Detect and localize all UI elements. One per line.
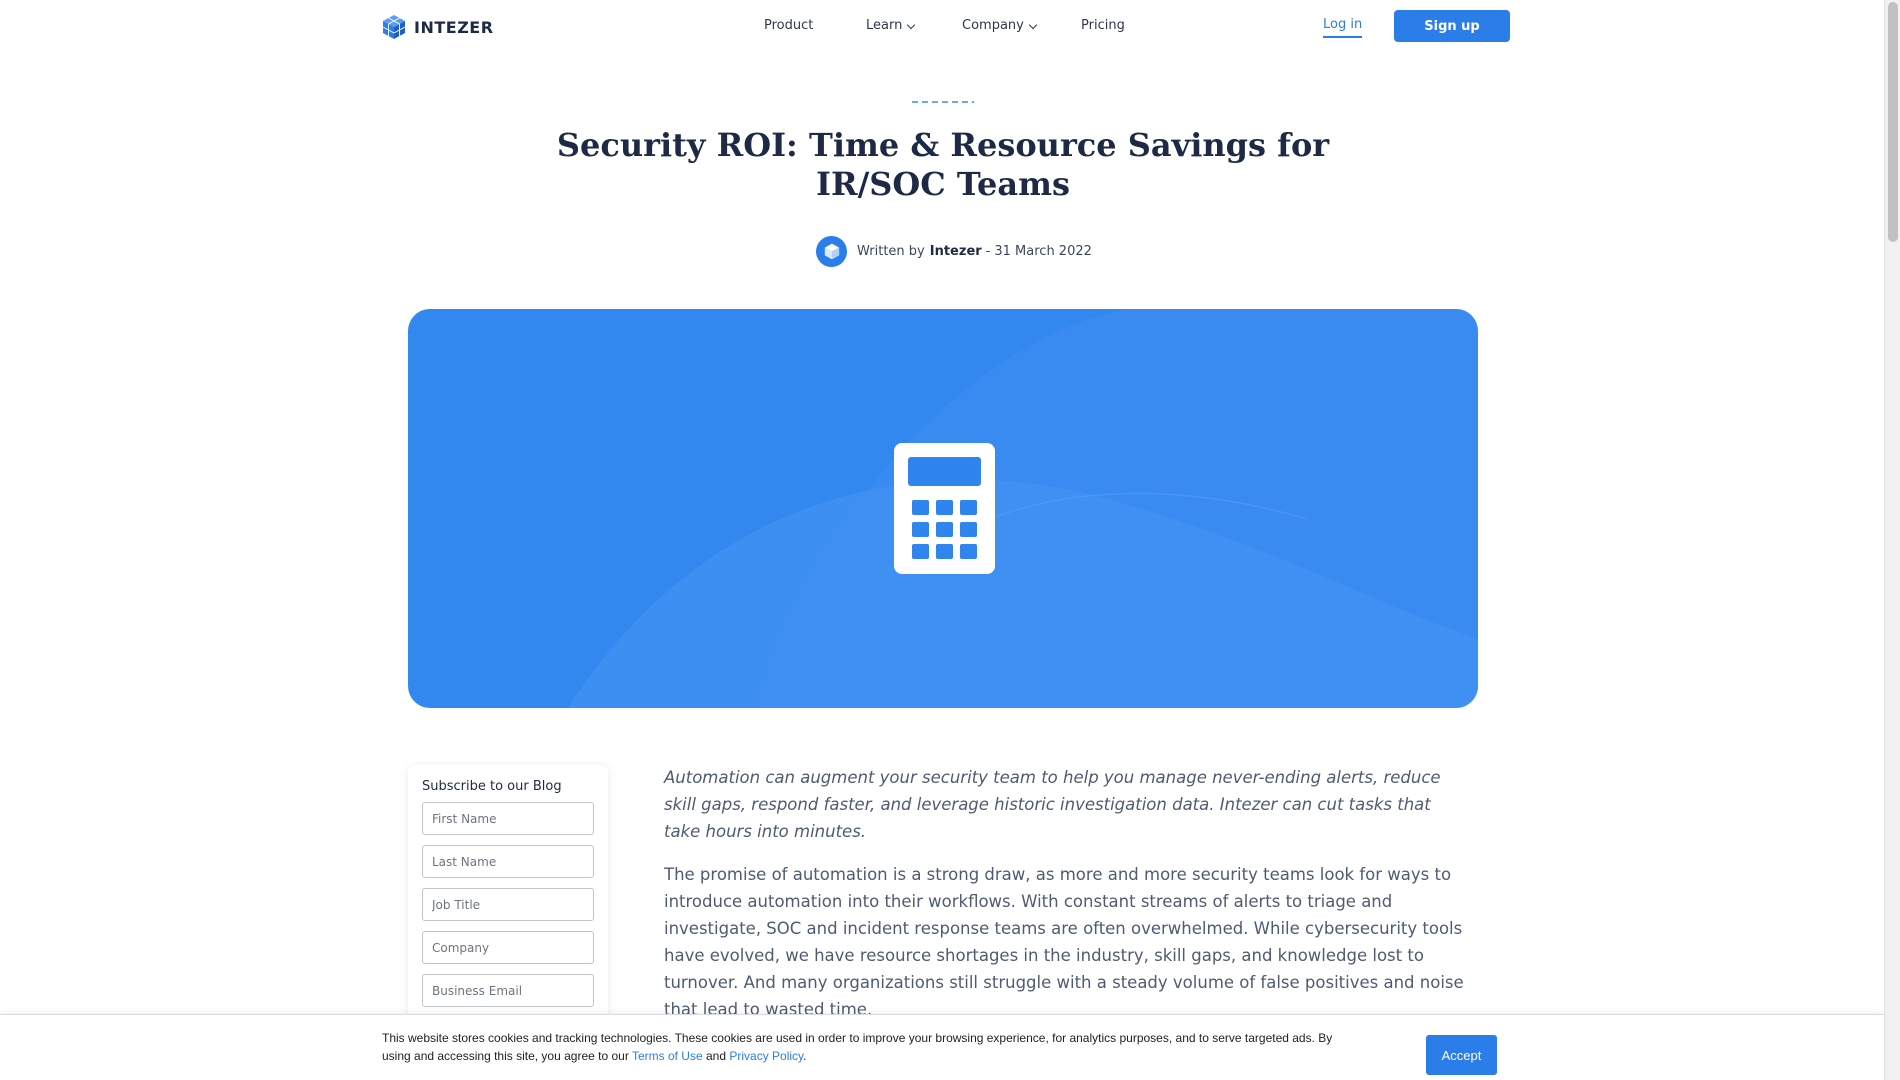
cookie-banner: This website stores cookies and tracking…	[0, 1014, 1884, 1080]
author-avatar	[816, 236, 847, 267]
calculator-icon	[894, 443, 995, 574]
article-title: Security ROI: Time & Resource Savings fo…	[556, 126, 1330, 203]
company-field[interactable]	[422, 931, 594, 964]
page-scrollbar[interactable]	[1884, 0, 1900, 1080]
author-name[interactable]: Intezer	[930, 244, 982, 259]
subscribe-heading: Subscribe to our Blog	[422, 779, 562, 794]
accept-button[interactable]: Accept	[1426, 1035, 1497, 1075]
nav-product[interactable]: Product	[764, 18, 813, 33]
nav-label: Pricing	[1081, 18, 1125, 33]
cube-logo-icon	[824, 243, 839, 260]
cookie-end: .	[803, 1049, 807, 1063]
nav-label: Product	[764, 18, 814, 33]
site-header: INTEZER Product Learn Company Pricing Lo…	[0, 0, 1884, 54]
date-separator: -	[985, 244, 991, 259]
title-decoration	[912, 101, 974, 103]
publish-date: 31 March 2022	[994, 244, 1092, 259]
nav-label: Company	[962, 18, 1024, 33]
chevron-down-icon	[907, 20, 916, 29]
scrollbar-thumb[interactable]	[1888, 2, 1898, 242]
brand-logo[interactable]: INTEZER	[382, 14, 494, 40]
job-title-field[interactable]	[422, 888, 594, 921]
nav-learn[interactable]: Learn	[866, 18, 916, 33]
cookie-text: This website stores cookies and tracking…	[382, 1031, 1333, 1063]
signup-button[interactable]: Sign up	[1394, 10, 1510, 42]
brand-name: INTEZER	[414, 17, 494, 37]
login-link[interactable]: Log in	[1323, 17, 1363, 38]
terms-link[interactable]: Terms of Use	[632, 1049, 703, 1063]
article-lead: Automation can augment your security tea…	[664, 768, 1441, 841]
chevron-down-icon	[1028, 20, 1038, 29]
last-name-field[interactable]	[422, 845, 594, 878]
cookie-and: and	[705, 1049, 727, 1063]
privacy-link[interactable]: Privacy Policy	[729, 1049, 803, 1063]
nav-label: Learn	[866, 18, 903, 33]
cube-logo-icon	[382, 15, 406, 39]
byline: Written by Intezer - 31 March 2022	[816, 236, 1092, 267]
first-name-field[interactable]	[422, 802, 594, 835]
nav-company[interactable]: Company	[962, 18, 1038, 33]
nav-pricing[interactable]: Pricing	[1081, 18, 1125, 33]
article-paragraph: The promise of automation is a strong dr…	[664, 865, 1464, 1019]
business-email-field[interactable]	[422, 974, 594, 1007]
byline-prefix: Written by	[857, 244, 925, 259]
hero-image	[408, 309, 1478, 708]
cookie-message: This website stores cookies and tracking…	[382, 1029, 1342, 1065]
